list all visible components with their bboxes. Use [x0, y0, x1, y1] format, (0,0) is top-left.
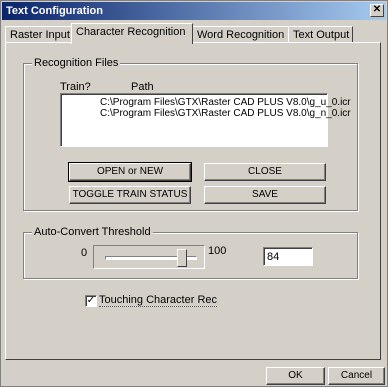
title-bar: Text Configuration ✕: [2, 2, 386, 20]
list-item[interactable]: C:\Program Files\GTX\Raster CAD PLUS V8.…: [61, 97, 351, 108]
touching-character-checkbox[interactable]: ✓: [85, 295, 97, 307]
threshold-value-field[interactable]: 84: [263, 247, 313, 266]
save-button[interactable]: SAVE: [204, 186, 326, 204]
threshold-min-label: 0: [81, 247, 88, 259]
train-column-header: Train?: [60, 81, 91, 93]
tab-character-recognition[interactable]: Character Recognition: [71, 23, 193, 44]
threshold-slider-thumb[interactable]: [177, 249, 188, 267]
tab-text-output[interactable]: Text Output: [288, 26, 353, 43]
threshold-max-label: 100: [208, 245, 227, 257]
recognition-files-list[interactable]: C:\Program Files\GTX\Raster CAD PLUS V8.…: [60, 93, 351, 147]
touching-character-label[interactable]: Touching Character Rec: [99, 294, 218, 307]
close-icon[interactable]: ✕: [370, 4, 384, 17]
path-column-header: Path: [131, 81, 154, 93]
list-item[interactable]: C:\Program Files\GTX\Raster CAD PLUS V8.…: [61, 108, 351, 119]
close-file-button[interactable]: CLOSE: [204, 163, 326, 181]
tab-raster-input[interactable]: Raster Input: [5, 26, 72, 43]
window-title: Text Configuration: [6, 5, 103, 17]
tab-word-recognition[interactable]: Word Recognition: [192, 26, 289, 43]
auto-convert-threshold-label: Auto-Convert Threshold: [32, 225, 153, 239]
open-or-new-button[interactable]: OPEN or NEW: [68, 162, 192, 182]
ok-button[interactable]: OK: [266, 367, 325, 385]
text-configuration-dialog: Text Configuration ✕ Raster Input Charac…: [0, 0, 388, 387]
recognition-files-label: Recognition Files: [32, 56, 121, 70]
cancel-button[interactable]: Cancel: [328, 367, 385, 385]
toggle-train-status-button[interactable]: TOGGLE TRAIN STATUS: [69, 186, 191, 204]
